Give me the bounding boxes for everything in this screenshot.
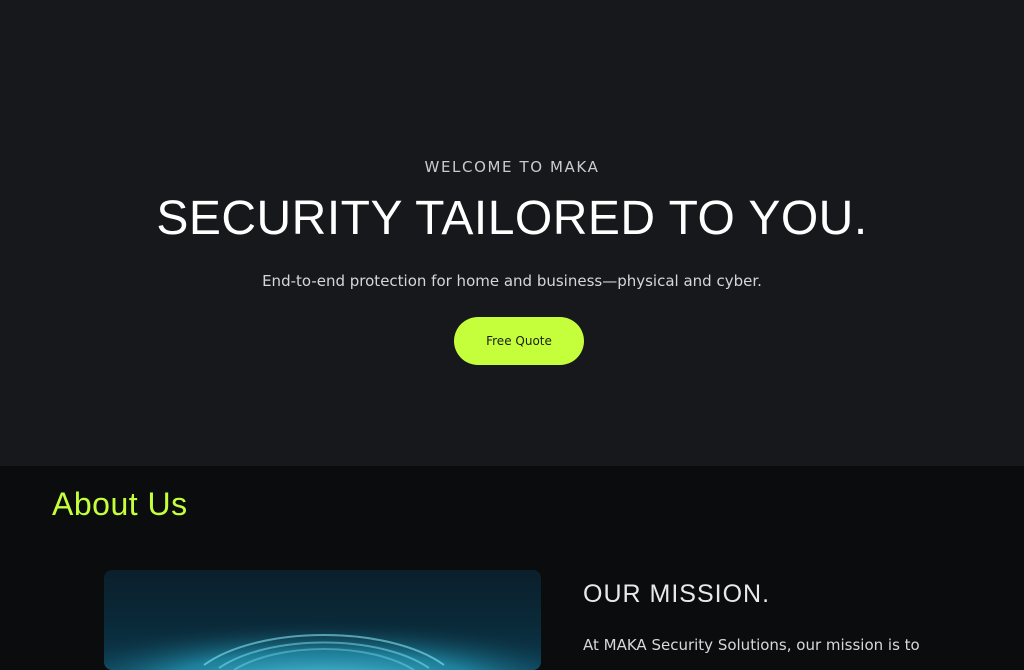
- free-quote-button[interactable]: Free Quote: [454, 317, 584, 365]
- mission-heading: OUR MISSION.: [583, 580, 771, 608]
- hero-title: SECURITY TAILORED TO YOU.: [156, 192, 868, 245]
- about-section: About Us OUR MISSION. At MAKA Security S…: [0, 466, 1024, 670]
- hero-subtitle: End-to-end protection for home and busin…: [262, 272, 762, 290]
- hero-section: WELCOME TO MAKA SECURITY TAILORED TO YOU…: [0, 0, 1024, 466]
- about-heading: About Us: [52, 486, 188, 522]
- mission-image: [104, 570, 541, 670]
- digital-globe-image: [104, 570, 541, 670]
- hero-eyebrow: WELCOME TO MAKA: [424, 158, 600, 176]
- mission-text: At MAKA Security Solutions, our mission …: [583, 636, 920, 654]
